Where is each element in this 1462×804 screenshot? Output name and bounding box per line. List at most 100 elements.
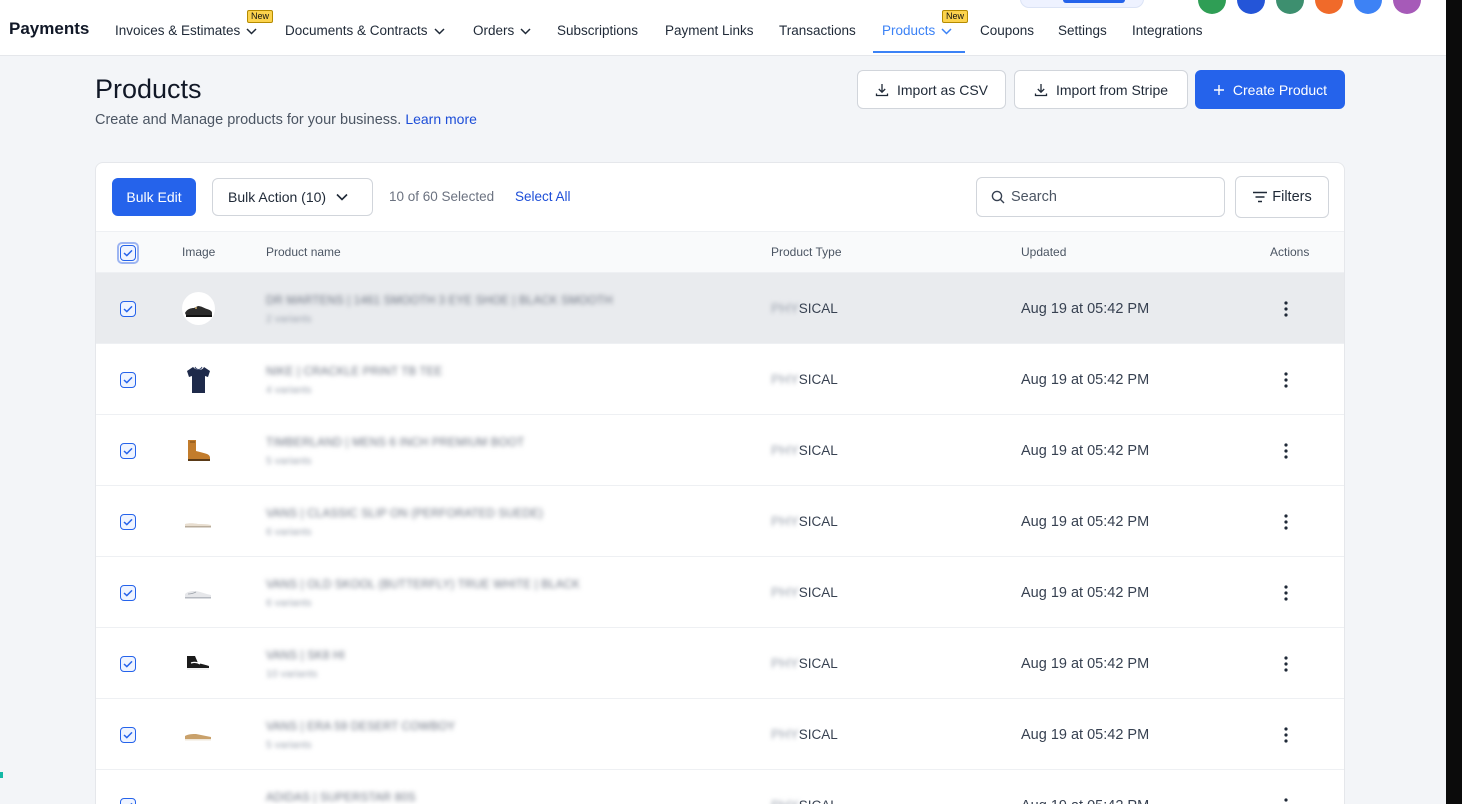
row-actions-button[interactable] [1276,796,1296,804]
row-actions-button[interactable] [1276,299,1296,319]
row-checkbox[interactable] [120,656,136,672]
nav-item-8[interactable]: Settings [1058,23,1107,38]
product-type-visible: SICAL [799,798,838,804]
more-vertical-icon [1284,798,1288,802]
column-header-image: Image [182,245,216,259]
check-icon [123,376,133,384]
row-checkbox[interactable] [120,514,136,530]
avatar[interactable] [1393,0,1421,14]
product-type-hidden: PHY [771,727,799,742]
search-input[interactable] [1011,189,1211,205]
row-checkbox[interactable] [120,585,136,601]
product-name[interactable]: VANS | CLASSIC SLIP ON (PERFORATED SUEDE… [266,508,543,520]
column-header-actions: Actions [1270,245,1310,259]
product-type-visible: SICAL [798,301,838,316]
table-row[interactable]: VANS | CLASSIC SLIP ON (PERFORATED SUEDE… [96,486,1344,557]
table-row[interactable]: TIMBERLAND | MENS 6 INCH PREMIUM BOOT 5 v… [96,415,1344,486]
products-card: Bulk Edit Bulk Action (10) 10 of 60 Sele… [95,162,1345,804]
product-name[interactable]: TIMBERLAND | MENS 6 INCH PREMIUM BOOT [266,437,524,449]
active-nav-underline [873,51,965,53]
product-type-hidden: PHY [771,798,799,804]
window-edge [1446,0,1462,804]
product-name[interactable]: VANS | OLD SKOOL (BUTTERFLY) TRUE WHITE … [266,579,580,591]
nav-item-4[interactable]: Payment Links [665,23,754,38]
row-actions-button[interactable] [1276,583,1296,603]
row-actions-button[interactable] [1276,441,1296,461]
row-actions-button[interactable] [1276,654,1296,674]
search-box[interactable] [976,177,1225,217]
nav-item-5[interactable]: Transactions [779,23,856,38]
check-icon [123,589,133,597]
nav-item-2[interactable]: Orders [473,23,531,38]
product-variants: 4 variants [266,384,312,396]
product-thumbnail [182,576,215,609]
nav-item-label: Settings [1058,23,1107,38]
table-row[interactable]: VANS | SK8 HI 10 variants PHYSICAL Aug 19 a… [96,628,1344,699]
learn-more-link[interactable]: Learn more [405,111,477,127]
row-checkbox[interactable] [120,301,136,317]
table-toolbar: Bulk Edit Bulk Action (10) 10 of 60 Sele… [96,163,1344,231]
product-name[interactable]: VANS | SK8 HI [266,650,345,662]
more-vertical-icon [1284,443,1288,459]
product-name[interactable]: ADIDAS | SUPERSTAR 80S [266,792,416,804]
nav-item-6[interactable]: Products [882,23,952,38]
row-actions-button[interactable] [1276,512,1296,532]
table-row[interactable]: DR MARTENS | 1461 SMOOTH 3 EYE SHOE | BL… [96,273,1344,344]
table-row[interactable]: ADIDAS | SUPERSTAR 80S4 variantsPHYSICAL… [96,770,1344,804]
nav-item-label: Transactions [779,23,856,38]
selected-count: 10 of 60 Selected [389,189,495,204]
product-thumbnail [182,647,215,680]
column-header-type[interactable]: Product Type [771,245,842,259]
create-product-label: Create Product [1232,81,1328,98]
download-icon [875,83,889,96]
select-all-checkbox[interactable] [117,242,139,264]
table-row[interactable]: VANS | ERA 59 DESERT COWBOY 5 variants PHY… [96,699,1344,770]
nav-item-1[interactable]: Documents & Contracts [285,23,445,38]
row-checkbox[interactable] [120,727,136,743]
import-csv-button[interactable]: Import as CSV [857,70,1006,109]
row-actions-button[interactable] [1276,370,1296,390]
avatar[interactable] [1198,0,1226,14]
check-icon [123,305,133,313]
row-actions-button[interactable] [1276,725,1296,745]
app-window: Payments Invoices & Estimates New Document… [0,0,1446,804]
create-product-button[interactable]: Create Product [1195,70,1345,109]
avatar[interactable] [1315,0,1343,14]
column-header-name[interactable]: Product name [266,245,341,259]
nav-item-label: Products [882,23,936,38]
product-type: PHYSICAL [771,514,838,529]
filters-button[interactable]: Filters [1235,176,1329,218]
avatar[interactable] [1237,0,1265,14]
product-type-visible: SICAL [798,372,838,387]
nav-item-label: Invoices & Estimates [115,23,241,38]
product-name[interactable]: DR MARTENS | 1461 SMOOTH 3 EYE SHOE | BL… [266,295,613,307]
avatar[interactable] [1354,0,1382,14]
row-checkbox[interactable] [120,798,136,804]
table-row[interactable]: NIKE | CRACKLE PRINT TB TEE 4 variants PHY… [96,344,1344,415]
bulk-edit-button[interactable]: Bulk Edit [112,178,196,216]
import-stripe-button[interactable]: Import from Stripe [1014,70,1188,109]
new-badge: New [247,10,274,23]
top-pill[interactable] [1020,0,1144,8]
bulk-action-dropdown[interactable]: Bulk Action (10) [212,178,373,216]
nav-item-9[interactable]: Integrations [1132,23,1203,38]
product-thumbnail [182,718,215,751]
nav-item-7[interactable]: Coupons [980,23,1034,38]
row-checkbox[interactable] [120,372,136,388]
nav-item-3[interactable]: Subscriptions [557,23,638,38]
product-thumbnail [182,505,215,538]
nav-item-label: Orders [473,23,515,38]
nav-item-0[interactable]: Invoices & Estimates [115,23,257,38]
product-variants: 5 variants [266,739,312,751]
updated-date: Aug 19 at 05:42 PM [1021,656,1150,672]
column-header-updated[interactable]: Updated [1021,245,1066,259]
select-all-link[interactable]: Select All [515,189,571,204]
avatar[interactable] [1276,0,1304,14]
brand-title: Payments [9,19,90,38]
table-row[interactable]: VANS | OLD SKOOL (BUTTERFLY) TRUE WHITE … [96,557,1344,628]
row-checkbox[interactable] [120,443,136,459]
product-name[interactable]: NIKE | CRACKLE PRINT TB TEE [266,366,442,378]
nav-item-label: Integrations [1132,23,1203,38]
product-name[interactable]: VANS | ERA 59 DESERT COWBOY [266,721,455,733]
import-csv-label: Import as CSV [896,81,989,98]
